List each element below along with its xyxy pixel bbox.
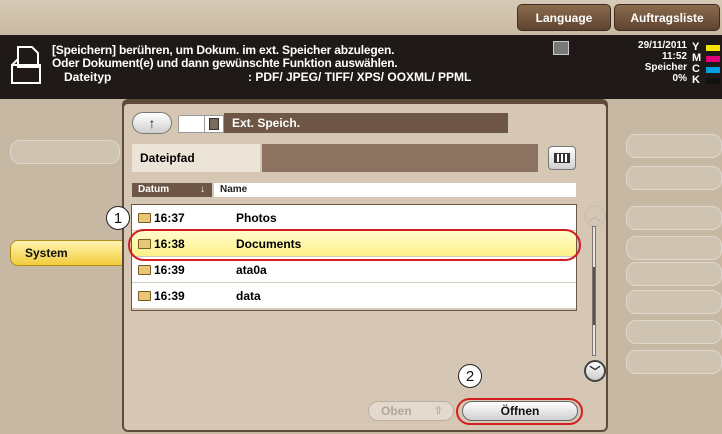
filepath-label: Dateipfad bbox=[132, 144, 260, 172]
language-button[interactable]: Language bbox=[517, 4, 611, 31]
toner-k: K bbox=[692, 75, 722, 86]
message-line-1: [Speichern] berühren, um Dokum. im ext. … bbox=[52, 43, 395, 57]
chevron-down-icon: ﹀ bbox=[589, 366, 601, 378]
scrollbar[interactable] bbox=[592, 226, 596, 356]
system-button[interactable]: System bbox=[10, 240, 128, 266]
keyboard-button[interactable] bbox=[548, 146, 576, 170]
file-time: 16:39 bbox=[154, 262, 185, 277]
status-time: 11:52 bbox=[661, 51, 687, 62]
location-label: Ext. Speich. bbox=[224, 113, 508, 133]
up-arrow-icon: ↑ bbox=[148, 115, 156, 131]
sort-down-icon: ↓ bbox=[200, 184, 205, 195]
file-row-ata0a[interactable]: 16:39 ata0a bbox=[132, 257, 576, 283]
file-row-documents[interactable]: 16:38 Documents bbox=[132, 231, 576, 257]
folder-icon bbox=[138, 212, 151, 223]
filepath-row: Dateipfad bbox=[132, 144, 578, 172]
up-button[interactable]: ↑ bbox=[132, 112, 172, 134]
scrollbar-thumb[interactable] bbox=[593, 267, 595, 325]
top-bar: Language Auftragsliste bbox=[0, 0, 722, 35]
status-date: 29/11/2011 bbox=[638, 40, 687, 51]
scroll-down-button[interactable]: ﹀ bbox=[584, 360, 606, 382]
usb-storage-icon bbox=[204, 115, 224, 133]
file-row-photos[interactable]: 16:37 Photos bbox=[132, 205, 576, 231]
faded-right-button-2 bbox=[626, 166, 722, 190]
message-bar: [Speichern] berühren, um Dokum. im ext. … bbox=[0, 35, 722, 99]
faded-right-button-7 bbox=[626, 320, 722, 344]
open-button[interactable]: Öffnen bbox=[462, 401, 578, 421]
file-time: 16:38 bbox=[154, 236, 185, 251]
filetype-value: : PDF/ JPEG/ TIFF/ XPS/ OOXML/ PPML bbox=[248, 70, 472, 84]
screen: Language Auftragsliste [Speichern] berüh… bbox=[0, 0, 722, 434]
column-name[interactable]: Name bbox=[214, 183, 576, 197]
faded-right-button-8 bbox=[626, 350, 722, 374]
folder-icon bbox=[138, 290, 151, 301]
folder-icon bbox=[138, 238, 151, 249]
faded-left-button bbox=[10, 140, 120, 164]
scroll-up-button[interactable]: ︿ bbox=[584, 205, 606, 227]
file-time: 16:37 bbox=[154, 210, 185, 225]
up-arrow-icon: ⇧ bbox=[433, 405, 443, 417]
list-header: Datum ↓ Name bbox=[132, 183, 576, 197]
step-2-callout: 2 bbox=[458, 364, 482, 388]
message-line-2: Oder Dokument(e) und dann gewünschte Fun… bbox=[52, 56, 398, 70]
filepath-field[interactable] bbox=[262, 144, 538, 172]
faded-right-button-5 bbox=[626, 262, 722, 286]
chevron-up-icon: ︿ bbox=[589, 211, 601, 223]
file-name: ata0a bbox=[236, 262, 267, 277]
folder-icon bbox=[138, 264, 151, 275]
file-name: data bbox=[236, 288, 261, 303]
toner-levels: Y M C K bbox=[692, 42, 722, 86]
file-row-data[interactable]: 16:39 data bbox=[132, 283, 576, 309]
file-time: 16:39 bbox=[154, 288, 185, 303]
faded-right-button-1 bbox=[626, 134, 722, 158]
file-list: 16:37 Photos 16:38 Documents 16:39 ata0a… bbox=[132, 205, 576, 309]
file-name: Documents bbox=[236, 236, 302, 251]
storage-value: 0% bbox=[672, 73, 687, 84]
location-bar: ↑ Ext. Speich. bbox=[132, 112, 508, 134]
faded-right-button-4 bbox=[626, 236, 722, 260]
file-name: Photos bbox=[236, 210, 277, 225]
filetype-label: Dateityp bbox=[64, 70, 112, 84]
top-level-button[interactable]: Oben ⇧ bbox=[368, 401, 454, 421]
keyboard-icon bbox=[554, 153, 570, 163]
job-list-button[interactable]: Auftragsliste bbox=[614, 4, 720, 31]
document-icon bbox=[11, 46, 41, 84]
faded-right-button-6 bbox=[626, 290, 722, 314]
status-datetime: 29/11/2011 11:52 Speicher 0% bbox=[625, 40, 687, 84]
device-status-icon bbox=[553, 41, 569, 55]
storage-label: Speicher bbox=[644, 62, 687, 73]
top-level-label: Oben bbox=[381, 404, 412, 418]
folder-tab-icon bbox=[178, 115, 206, 133]
faded-right-button-3 bbox=[626, 206, 722, 230]
step-1-callout: 1 bbox=[106, 206, 130, 230]
